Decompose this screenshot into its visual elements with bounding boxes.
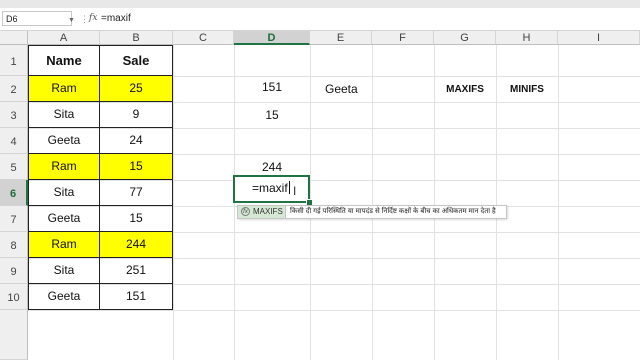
table-cell-name[interactable]: Geeta [28, 284, 100, 310]
row-header-5[interactable]: 5 [0, 154, 28, 180]
table-cell-sale[interactable]: 25 [100, 76, 173, 102]
row-header-4[interactable]: 4 [0, 128, 28, 154]
row-header-2[interactable]: 2 [0, 76, 28, 102]
table-cell-name[interactable]: Geeta [28, 206, 100, 232]
column-header-a[interactable]: A [28, 31, 100, 45]
column-header-h[interactable]: H [496, 31, 558, 45]
table-header-name[interactable]: Name [28, 45, 100, 76]
cell-d3[interactable]: 15 [234, 108, 310, 122]
table-cell-sale[interactable]: 24 [100, 128, 173, 154]
cell-d5[interactable]: 244 [234, 160, 310, 174]
row-header-1[interactable]: 1 [0, 45, 28, 76]
ibeam-cursor-icon: I [293, 184, 297, 198]
row-header-11 [0, 310, 28, 360]
table-header-sale[interactable]: Sale [100, 45, 173, 76]
name-box[interactable]: D6 [2, 11, 72, 26]
row-header-9[interactable]: 9 [0, 258, 28, 284]
row-header-6[interactable]: 6 [0, 180, 28, 206]
table-cell-name[interactable]: Sita [28, 102, 100, 128]
cell-e2[interactable]: Geeta [325, 82, 358, 96]
text-caret [289, 181, 290, 194]
select-all-corner[interactable] [0, 31, 28, 45]
table-cell-sale[interactable]: 151 [100, 284, 173, 310]
table-cell-sale[interactable]: 15 [100, 206, 173, 232]
table-cell-name[interactable]: Sita [28, 180, 100, 206]
column-header-b[interactable]: B [100, 31, 173, 45]
table-cell-sale[interactable]: 9 [100, 102, 173, 128]
table-cell-sale[interactable]: 15 [100, 154, 173, 180]
cell-g2[interactable]: MAXIFS [434, 84, 496, 95]
table-cell-name[interactable]: Ram [28, 76, 100, 102]
column-header-f[interactable]: F [372, 31, 434, 45]
autocomplete-item-maxifs[interactable]: fx MAXIFS [238, 206, 286, 218]
separator-icon: ⋮ [80, 14, 89, 24]
column-header-d[interactable]: D [234, 31, 310, 45]
row-header-10[interactable]: 10 [0, 284, 28, 310]
table-cell-name[interactable]: Geeta [28, 128, 100, 154]
table-cell-sale[interactable]: 244 [100, 232, 173, 258]
cell-h2[interactable]: MINIFS [496, 84, 558, 95]
column-header-e[interactable]: E [310, 31, 372, 45]
chevron-down-icon[interactable]: ▼ [68, 17, 75, 24]
table-cell-sale[interactable]: 77 [100, 180, 173, 206]
ribbon-edge [0, 0, 640, 8]
column-header-c[interactable]: C [173, 31, 234, 45]
gridline [372, 45, 373, 360]
gridline [28, 310, 640, 311]
column-header-g[interactable]: G [434, 31, 496, 45]
table-cell-name[interactable]: Sita [28, 258, 100, 284]
table-cell-sale[interactable]: 251 [100, 258, 173, 284]
gridline [173, 45, 174, 360]
row-header-7[interactable]: 7 [0, 206, 28, 232]
row-header-3[interactable]: 3 [0, 102, 28, 128]
function-icon: fx [241, 207, 250, 216]
active-cell-text[interactable]: =maxif [252, 181, 288, 195]
formula-bar: D6 ▼ ⋮ fx =maxif [0, 8, 640, 31]
table-cell-name[interactable]: Ram [28, 232, 100, 258]
function-autocomplete: fx MAXIFS किसी दी गई परिस्थिति या मापदंड… [237, 205, 507, 219]
table-cell-name[interactable]: Ram [28, 154, 100, 180]
row-header-8[interactable]: 8 [0, 232, 28, 258]
cell-d2[interactable]: 151 [234, 80, 310, 94]
autocomplete-description: किसी दी गई परिस्थिति या मापदंड से निर्दि… [290, 208, 496, 215]
formula-input[interactable]: =maxif [101, 13, 131, 24]
column-header-i[interactable]: I [558, 31, 640, 45]
insert-function-icon[interactable]: fx [89, 13, 97, 23]
autocomplete-function-name[interactable]: MAXIFS [253, 207, 283, 216]
gridline [558, 45, 559, 360]
